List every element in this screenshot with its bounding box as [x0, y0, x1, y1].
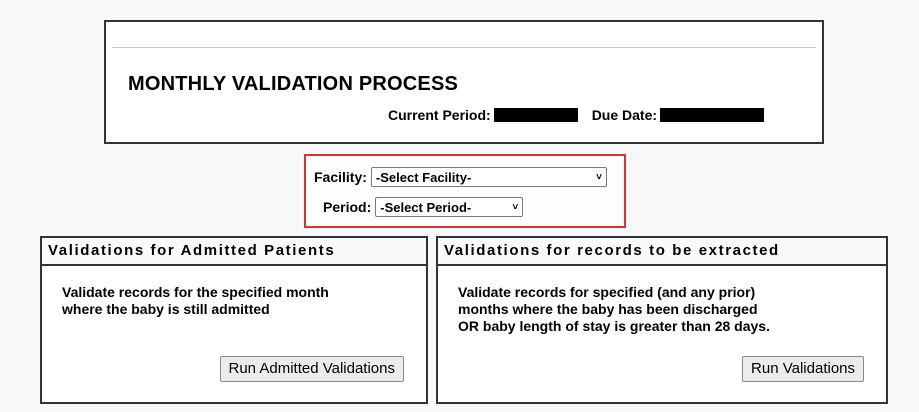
facility-select-value: -Select Facility- [375, 169, 472, 185]
due-date-redacted-value [660, 108, 765, 122]
selection-panel: Facility: -Select Facility- ˅ Period: -S… [304, 154, 626, 228]
facility-row: Facility: -Select Facility- ˅ [314, 167, 607, 187]
extraction-validations-panel: Validations for records to be extracted … [436, 236, 888, 404]
page-title: MONTHLY VALIDATION PROCESS [128, 73, 459, 95]
description-line: Validate records for the specified month [62, 284, 329, 300]
admitted-panel-title: Validations for Admitted Patients [42, 238, 426, 266]
chevron-down-icon: ˅ [512, 201, 519, 213]
header-panel: MONTHLY VALIDATION PROCESS Current Perio… [104, 20, 824, 144]
extraction-panel-description: Validate records for specified (and any … [458, 284, 872, 335]
period-select[interactable]: -Select Period- ˅ [375, 197, 524, 217]
extraction-panel-title: Validations for records to be extracted [438, 238, 886, 266]
description-line: OR baby length of stay is greater than 2… [458, 318, 770, 334]
period-label: Period: [323, 199, 372, 215]
admitted-panel-description: Validate records for the specified month… [62, 284, 412, 318]
period-row: Period: -Select Period- ˅ [323, 197, 524, 217]
period-info: Current Period: Due Date: [388, 107, 765, 123]
chevron-down-icon: ˅ [596, 171, 602, 183]
due-date-label: Due Date: [591, 107, 658, 123]
run-validations-button[interactable]: Run Validations [742, 356, 864, 382]
facility-label: Facility: [314, 169, 367, 185]
current-period-label: Current Period: [388, 107, 491, 123]
description-line: Validate records for specified (and any … [458, 284, 756, 300]
current-period-redacted-value [493, 108, 578, 122]
description-line: months where the baby has been discharge… [458, 301, 758, 317]
header-divider [112, 47, 816, 48]
description-line: where the baby is still admitted [62, 301, 270, 317]
facility-select[interactable]: -Select Facility- ˅ [370, 167, 607, 187]
run-admitted-validations-button[interactable]: Run Admitted Validations [219, 356, 404, 382]
period-select-value: -Select Period- [380, 199, 472, 215]
admitted-validations-panel: Validations for Admitted Patients Valida… [40, 236, 428, 404]
